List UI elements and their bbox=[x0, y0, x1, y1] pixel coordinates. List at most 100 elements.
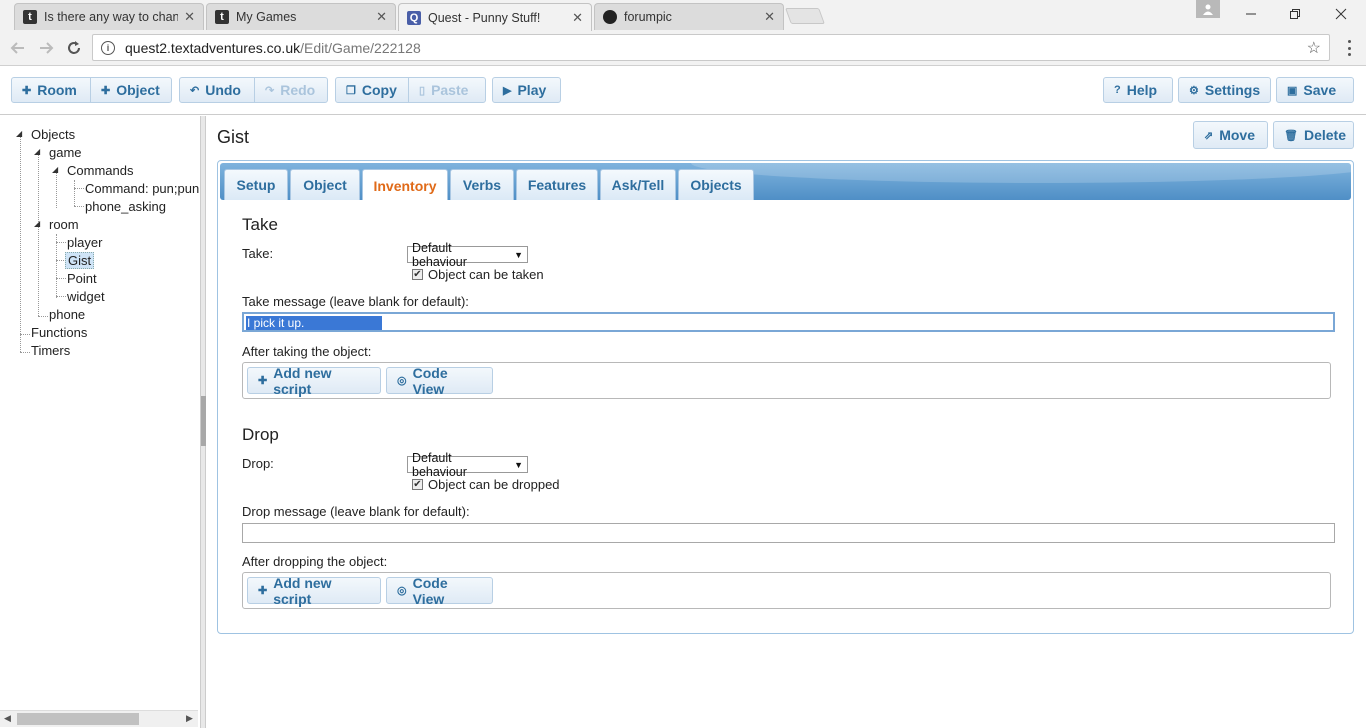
tab-object[interactable]: Object bbox=[290, 169, 360, 200]
object-title: Gist bbox=[217, 127, 250, 147]
scroll-left-icon[interactable]: ◀ bbox=[4, 713, 11, 724]
editor-tabs-panel: Setup Object Inventory Verbs Features As… bbox=[217, 160, 1354, 634]
tree-horizontal-scrollbar[interactable]: ◀ ▶ bbox=[0, 710, 198, 727]
browser-tab-2[interactable]: t My Games ✕ bbox=[206, 3, 396, 30]
close-icon[interactable]: ✕ bbox=[184, 9, 195, 25]
disk-icon: ▣ bbox=[1287, 84, 1298, 97]
paste-label: Paste bbox=[431, 82, 469, 98]
scrollbar-thumb[interactable] bbox=[17, 713, 139, 725]
copy-button[interactable]: ❐ Copy bbox=[335, 77, 409, 103]
copy-label: Copy bbox=[361, 82, 397, 98]
tree-item-phone[interactable]: phone bbox=[47, 306, 87, 323]
tab-inventory[interactable]: Inventory bbox=[362, 169, 448, 200]
minimize-icon[interactable] bbox=[1228, 0, 1274, 28]
url-path: /Edit/Game/222128 bbox=[300, 39, 421, 56]
bookmark-star-icon[interactable]: ☆ bbox=[1307, 38, 1321, 58]
add-new-script-button[interactable]: ✚ Add new script bbox=[247, 365, 381, 397]
drop-behaviour-value: Default behaviour bbox=[412, 450, 467, 479]
settings-label: Settings bbox=[1204, 82, 1261, 98]
save-label: Save bbox=[1303, 82, 1337, 98]
close-icon[interactable]: ✕ bbox=[764, 9, 775, 25]
tree-item-objects[interactable]: Objects bbox=[29, 126, 77, 143]
help-icon: ? bbox=[1114, 84, 1121, 96]
drop-heading: Drop bbox=[242, 425, 279, 444]
forward-arrow-icon[interactable] bbox=[36, 38, 56, 58]
window-close-icon[interactable] bbox=[1318, 0, 1364, 28]
drop-checkbox[interactable]: ✔ bbox=[412, 479, 423, 490]
textadventures-favicon-icon: t bbox=[23, 10, 37, 24]
profile-icon[interactable] bbox=[1196, 0, 1220, 18]
close-icon[interactable]: ✕ bbox=[572, 10, 583, 26]
drop-behaviour-select[interactable]: Default behaviour ▼ bbox=[407, 451, 528, 479]
drop-message-label: Drop message (leave blank for default): bbox=[242, 504, 470, 519]
browser-tab-title: Is there any way to chang bbox=[44, 10, 179, 24]
splitter-thumb[interactable] bbox=[201, 396, 206, 446]
undo-button[interactable]: ↶ Undo bbox=[179, 77, 255, 103]
pane-splitter[interactable] bbox=[200, 116, 206, 728]
back-arrow-icon[interactable] bbox=[8, 38, 28, 58]
add-new-script-button[interactable]: ✚ Add new script bbox=[247, 575, 381, 607]
tree-item-point[interactable]: Point bbox=[65, 270, 99, 287]
code-view-button[interactable]: ◎ Code View bbox=[386, 364, 493, 397]
code-view-button[interactable]: ◎ Code View bbox=[386, 575, 493, 607]
settings-button[interactable]: ⚙ Settings bbox=[1178, 77, 1271, 103]
after-taking-label: After taking the object: bbox=[242, 344, 372, 359]
delete-button[interactable]: 🗑 Delete bbox=[1273, 121, 1354, 149]
tab-ask-tell[interactable]: Ask/Tell bbox=[600, 169, 676, 200]
url-field[interactable]: i quest2.textadventures.co.uk/Edit/Game/… bbox=[92, 34, 1330, 61]
browser-tab-strip: t Is there any way to chang ✕ t My Games… bbox=[0, 0, 1366, 31]
tab-features[interactable]: Features bbox=[516, 169, 598, 200]
close-icon[interactable]: ✕ bbox=[376, 9, 387, 25]
tree-item-player[interactable]: player bbox=[65, 234, 104, 251]
tab-setup[interactable]: Setup bbox=[224, 169, 288, 200]
add-room-label: Room bbox=[37, 82, 77, 98]
help-button[interactable]: ? Help bbox=[1103, 77, 1173, 103]
after-taking-script-box: ✚ Add new script ◎ Code View bbox=[242, 362, 1331, 399]
tree-item-room[interactable]: room bbox=[47, 216, 81, 233]
tree-item-functions[interactable]: Functions bbox=[29, 324, 89, 341]
scroll-right-icon[interactable]: ▶ bbox=[186, 713, 193, 724]
move-button[interactable]: ⇗ Move bbox=[1193, 121, 1268, 149]
save-button[interactable]: ▣ Save bbox=[1276, 77, 1354, 103]
take-behaviour-select[interactable]: Default behaviour ▼ bbox=[407, 241, 528, 269]
redo-button[interactable]: ↷ Redo bbox=[254, 77, 328, 103]
add-object-button[interactable]: ✚ Object bbox=[90, 77, 172, 103]
info-icon[interactable]: i bbox=[101, 40, 115, 55]
browser-tab-title: Quest - Punny Stuff! bbox=[428, 10, 541, 25]
tree-item-timers[interactable]: Timers bbox=[29, 342, 72, 359]
restore-icon[interactable] bbox=[1272, 0, 1318, 28]
paste-button[interactable]: ▯ Paste bbox=[408, 77, 486, 103]
undo-label: Undo bbox=[205, 82, 241, 98]
browser-tab-1[interactable]: t Is there any way to chang ✕ bbox=[14, 3, 204, 30]
take-message-input[interactable]: I pick it up. bbox=[242, 312, 1335, 332]
after-dropping-label: After dropping the object: bbox=[242, 554, 388, 569]
browser-tab-3[interactable]: Q Quest - Punny Stuff! ✕ bbox=[398, 3, 592, 31]
new-tab-button[interactable] bbox=[785, 8, 825, 24]
code-icon: ◎ bbox=[397, 375, 407, 387]
drop-message-input[interactable] bbox=[242, 523, 1335, 543]
browser-menu-icon[interactable] bbox=[1342, 38, 1356, 58]
take-checkbox-row[interactable]: ✔ Object can be taken bbox=[412, 267, 544, 282]
tree-item-game[interactable]: game bbox=[47, 144, 84, 161]
tab-objects[interactable]: Objects bbox=[678, 169, 754, 200]
tree-item-widget[interactable]: widget bbox=[65, 288, 107, 305]
reload-icon[interactable] bbox=[64, 38, 84, 58]
collapse-toggle-icon[interactable]: ◢ bbox=[52, 165, 58, 174]
tab-verbs[interactable]: Verbs bbox=[450, 169, 514, 200]
tree-item-gist[interactable]: Gist bbox=[65, 252, 95, 269]
tree-item-phone-asking[interactable]: phone_asking bbox=[83, 198, 168, 215]
redo-label: Redo bbox=[280, 82, 316, 98]
take-checkbox[interactable]: ✔ bbox=[412, 269, 423, 280]
collapse-toggle-icon[interactable]: ◢ bbox=[34, 219, 40, 228]
tree-item-commands[interactable]: Commands bbox=[65, 162, 135, 179]
play-button[interactable]: ▶ Play bbox=[492, 77, 561, 103]
browser-tab-4[interactable]: forumpic ✕ bbox=[594, 3, 784, 30]
collapse-toggle-icon[interactable]: ◢ bbox=[16, 129, 22, 138]
drop-checkbox-row[interactable]: ✔ Object can be dropped bbox=[412, 477, 560, 492]
tree-item-command-pun[interactable]: Command: pun;pun bbox=[83, 180, 200, 197]
code-view-label: Code View bbox=[412, 364, 448, 397]
copy-icon: ❐ bbox=[346, 84, 356, 97]
add-room-button[interactable]: ✚ Room bbox=[11, 77, 91, 103]
redo-icon: ↷ bbox=[265, 84, 275, 97]
collapse-toggle-icon[interactable]: ◢ bbox=[34, 147, 40, 156]
